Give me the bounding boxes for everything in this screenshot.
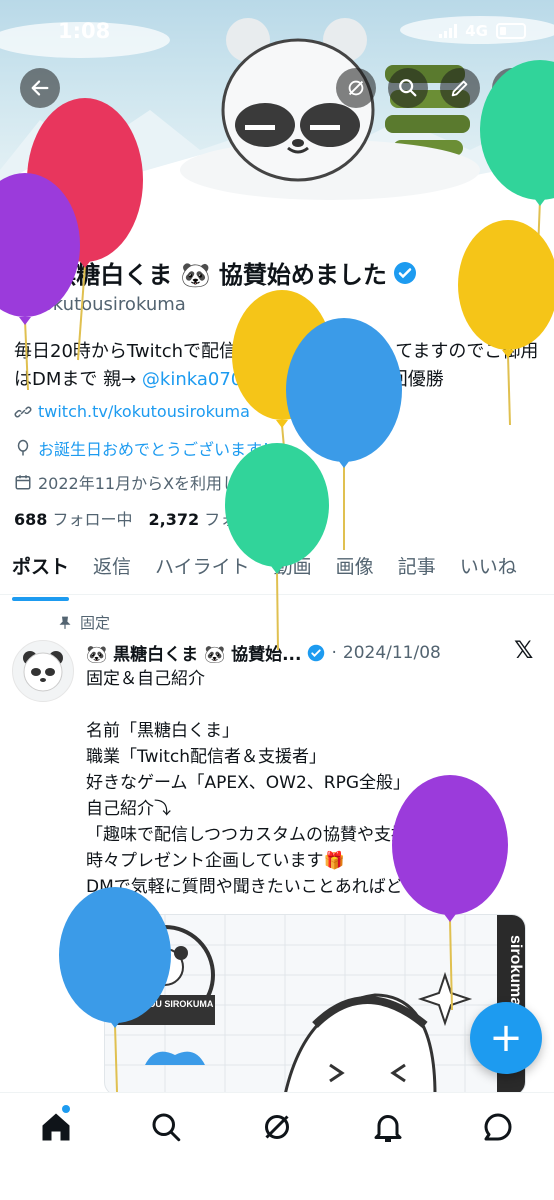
network-label: 4G bbox=[465, 22, 488, 40]
profile-bio: 毎日20時からTwitchで配信してます。協賛もしてますのでご御用はDMまで 親… bbox=[14, 338, 544, 394]
bio-tail: APEXカスタム7回優勝 bbox=[253, 369, 444, 390]
birthday-text[interactable]: お誕生日おめでとうございます！ bbox=[38, 436, 278, 460]
chevron-right-icon[interactable] bbox=[308, 475, 322, 489]
arrow-left-icon bbox=[31, 80, 49, 96]
panda-avatar-icon bbox=[30, 184, 86, 240]
status-indicators: 4G bbox=[439, 22, 526, 40]
media-side-text: sirokuma bbox=[507, 935, 524, 1006]
followers-count-link[interactable]: 2,372 フォロワー bbox=[149, 506, 285, 530]
post-date[interactable]: 2024/11/08 bbox=[343, 643, 441, 663]
nav-search[interactable] bbox=[148, 1109, 184, 1145]
compose-post-button[interactable]: + bbox=[470, 1002, 542, 1074]
tab-videos[interactable]: 動画 bbox=[262, 548, 324, 594]
more-icon bbox=[510, 79, 514, 97]
back-button[interactable] bbox=[20, 68, 60, 108]
home-notification-dot bbox=[62, 1105, 70, 1113]
search-icon bbox=[399, 79, 417, 97]
following-count: 688 bbox=[14, 510, 48, 529]
following-label: フォロー中 bbox=[52, 510, 133, 529]
notifications-icon bbox=[374, 1115, 402, 1142]
nav-notifications[interactable] bbox=[370, 1109, 406, 1145]
calendar-icon bbox=[15, 475, 31, 490]
edit-icon bbox=[451, 80, 468, 97]
balloon-yellow-right bbox=[458, 220, 554, 426]
signal-icon bbox=[439, 24, 458, 38]
joined-text: 2022年11月からXを利用しています bbox=[38, 474, 302, 493]
post-header: 🐼 黒糖白くま 🐼 協賛始... · 2024/11/08 bbox=[86, 640, 441, 666]
grok-icon bbox=[265, 1115, 289, 1139]
profile-name-row: 🐼 黒糖白くま 🐼 協賛始めました bbox=[14, 255, 417, 290]
following-count-link[interactable]: 688 フォロー中 bbox=[14, 506, 133, 530]
more-button[interactable] bbox=[492, 68, 532, 108]
post-body: 固定＆自己紹介 名前「黒糖白くま」 職業「Twitch配信者＆支援者」 好きなゲ… bbox=[86, 669, 472, 897]
post-author-name[interactable]: 🐼 黒糖白くま 🐼 協賛始... bbox=[86, 640, 301, 665]
display-name: 🐼 黒糖白くま 🐼 協賛始めました bbox=[14, 261, 387, 289]
pin-icon bbox=[59, 616, 71, 629]
follow-counts: 688 フォロー中 2,372 フォロワー bbox=[14, 506, 284, 530]
verified-badge-icon[interactable] bbox=[393, 261, 417, 285]
tab-images[interactable]: 画像 bbox=[324, 548, 386, 594]
verified-badge-icon bbox=[308, 644, 325, 661]
home-icon bbox=[42, 1113, 70, 1141]
profile-website-link[interactable]: twitch.tv/kokutousirokuma bbox=[38, 402, 250, 421]
pinned-label: 固定 bbox=[80, 614, 111, 632]
search-button[interactable] bbox=[388, 68, 428, 108]
post-separator: · bbox=[331, 642, 337, 663]
search-icon bbox=[152, 1113, 181, 1142]
status-bar: 1:08 4G bbox=[0, 0, 554, 60]
nav-grok[interactable] bbox=[259, 1109, 295, 1145]
tab-likes[interactable]: いいね bbox=[448, 548, 529, 594]
post-media-artwork: KOKUTOU SIROKUMA sirokuma bbox=[105, 915, 525, 1095]
profile-avatar[interactable] bbox=[14, 168, 102, 256]
profile-tabs: ポスト 返信 ハイライト 動画 画像 記事 いいね bbox=[0, 548, 554, 601]
bio-mention-link[interactable]: @kinka0702 bbox=[142, 369, 254, 390]
profile-birthday-row: お誕生日おめでとうございます！ bbox=[14, 436, 278, 460]
post-media-image[interactable]: KOKUTOU SIROKUMA sirokuma bbox=[104, 914, 526, 1096]
profile-handle: @kokutousirokuma bbox=[14, 294, 186, 315]
media-logo-text: KOKUTOU SIROKUMA bbox=[117, 999, 214, 1009]
edit-button[interactable] bbox=[440, 68, 480, 108]
tab-replies[interactable]: 返信 bbox=[81, 548, 143, 594]
profile-joined-row: 2022年11月からXを利用しています bbox=[14, 470, 322, 494]
post-avatar[interactable] bbox=[12, 640, 74, 702]
followers-count: 2,372 bbox=[148, 510, 200, 529]
tab-posts[interactable]: ポスト bbox=[0, 548, 81, 601]
grok-button[interactable] bbox=[336, 68, 376, 108]
status-time: 1:08 bbox=[58, 19, 111, 43]
nav-messages[interactable] bbox=[480, 1109, 516, 1145]
bottom-navigation bbox=[0, 1092, 554, 1200]
panda-avatar-icon bbox=[23, 651, 63, 692]
link-icon bbox=[14, 406, 32, 417]
nav-home[interactable] bbox=[38, 1109, 74, 1145]
profile-link-row: twitch.tv/kokutousirokuma bbox=[14, 402, 250, 421]
tab-articles[interactable]: 記事 bbox=[386, 548, 448, 594]
grok-icon bbox=[348, 80, 364, 96]
plus-icon: + bbox=[489, 1015, 523, 1061]
pinned-indicator: 固定 bbox=[58, 612, 110, 633]
followers-label: フォロワー bbox=[204, 510, 285, 529]
tab-highlights[interactable]: ハイライト bbox=[143, 548, 262, 594]
battery-icon bbox=[496, 23, 526, 39]
x-logo-icon: 𝕏 bbox=[514, 636, 534, 664]
balloon-icon bbox=[17, 439, 29, 456]
messages-icon bbox=[484, 1113, 512, 1141]
